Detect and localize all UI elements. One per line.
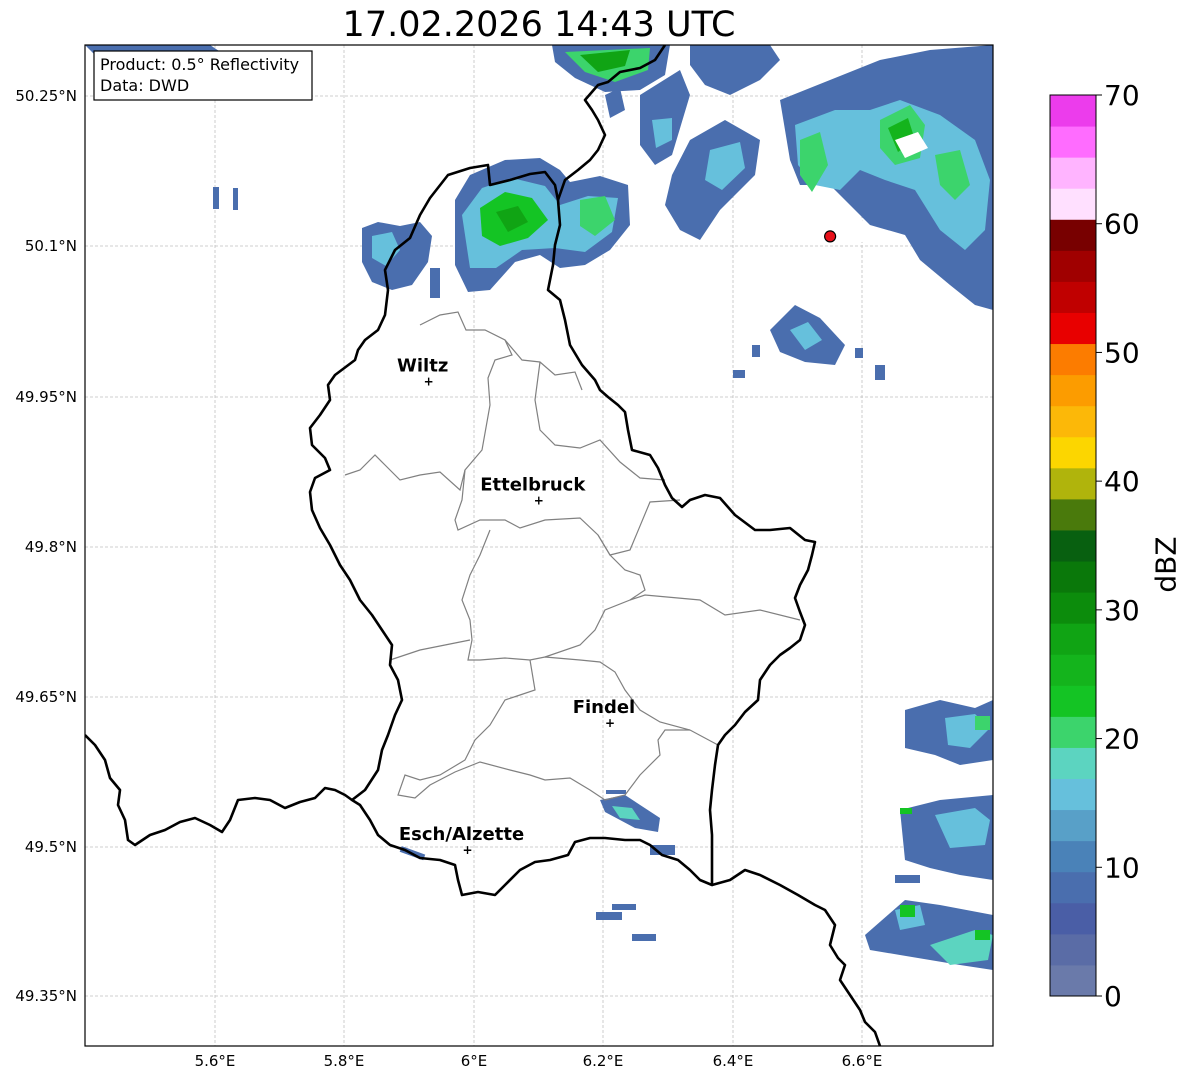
colorbar-segment [1050,778,1096,811]
colorbar-segment [1050,188,1096,220]
city-marker-icon: + [605,716,615,730]
colorbar-segment [1050,902,1096,935]
colorbar-segment [1050,250,1096,282]
colorbar-tick-label: 60 [1104,208,1140,241]
colorbar-segment [1050,498,1096,531]
colorbar-segment [1050,312,1096,345]
colorbar-label: dBZ [1149,536,1183,593]
colorbar-segment [1050,467,1096,500]
colorbar-segment [1050,405,1096,438]
lat-tick-label: 49.65°N [15,688,77,706]
lon-tick-label: 6.4°E [713,1052,754,1070]
lat-tick-label: 49.35°N [15,987,77,1005]
colorbar-segment [1050,529,1096,562]
colorbar-tick-label: 70 [1104,79,1140,112]
colorbar-segment [1050,281,1096,313]
colorbar-segment [1050,871,1096,904]
lon-tick-label: 6°E [461,1052,488,1070]
lon-tick-label: 6.2°E [583,1052,624,1070]
radar-site-marker[interactable] [824,230,837,243]
product-text: Product: 0.5° Reflectivity [100,55,299,74]
colorbar-segment [1050,747,1096,780]
colorbar-segment [1050,157,1096,189]
colorbar-segment [1050,623,1096,655]
lat-tick-label: 50.1°N [25,237,77,255]
colorbar: 0 10 20 30 40 50 60 70 [1049,79,1140,1013]
colorbar-segment [1050,654,1096,686]
colorbar-segment [1050,219,1096,251]
colorbar-segment [1050,964,1096,997]
colorbar-segment [1050,561,1096,593]
lat-tick-label: 50.25°N [15,87,77,105]
city-marker-icon: + [424,375,434,389]
colorbar-tick-label: 50 [1104,336,1140,369]
colorbar-segment [1050,809,1096,842]
lat-tick-label: 49.8°N [25,538,77,556]
colorbar-tick-label: 20 [1104,723,1140,756]
colorbar-segment [1050,685,1096,717]
colorbar-segment [1050,716,1096,748]
data-source-text: Data: DWD [100,76,189,95]
lat-tick-label: 49.95°N [15,388,77,406]
colorbar-segment [1050,374,1096,407]
city-label: Findel [573,697,636,718]
city-marker-icon: + [462,843,472,857]
colorbar-tick-label: 40 [1104,465,1140,498]
city-label: Ettelbruck [480,475,586,496]
colorbar-segment [1050,126,1096,158]
colorbar-tick-label: 0 [1104,980,1122,1013]
city-label: Esch/Alzette [399,824,524,845]
colorbar-segment [1050,343,1096,376]
lat-tick-label: 49.5°N [25,838,77,856]
colorbar-segment [1050,592,1096,624]
colorbar-segment [1050,436,1096,469]
city-marker-icon: + [534,494,544,508]
colorbar-tick-label: 10 [1104,851,1140,884]
lon-tick-label: 5.6°E [195,1052,236,1070]
colorbar-segment [1050,840,1096,873]
colorbar-segment [1050,933,1096,966]
city-label: Wiltz [397,356,448,377]
info-box: Product: 0.5° Reflectivity Data: DWD [93,50,313,101]
lon-tick-label: 6.6°E [842,1052,883,1070]
lon-tick-label: 5.8°E [324,1052,365,1070]
colorbar-tick-label: 30 [1104,594,1140,627]
colorbar-segment [1050,95,1096,127]
